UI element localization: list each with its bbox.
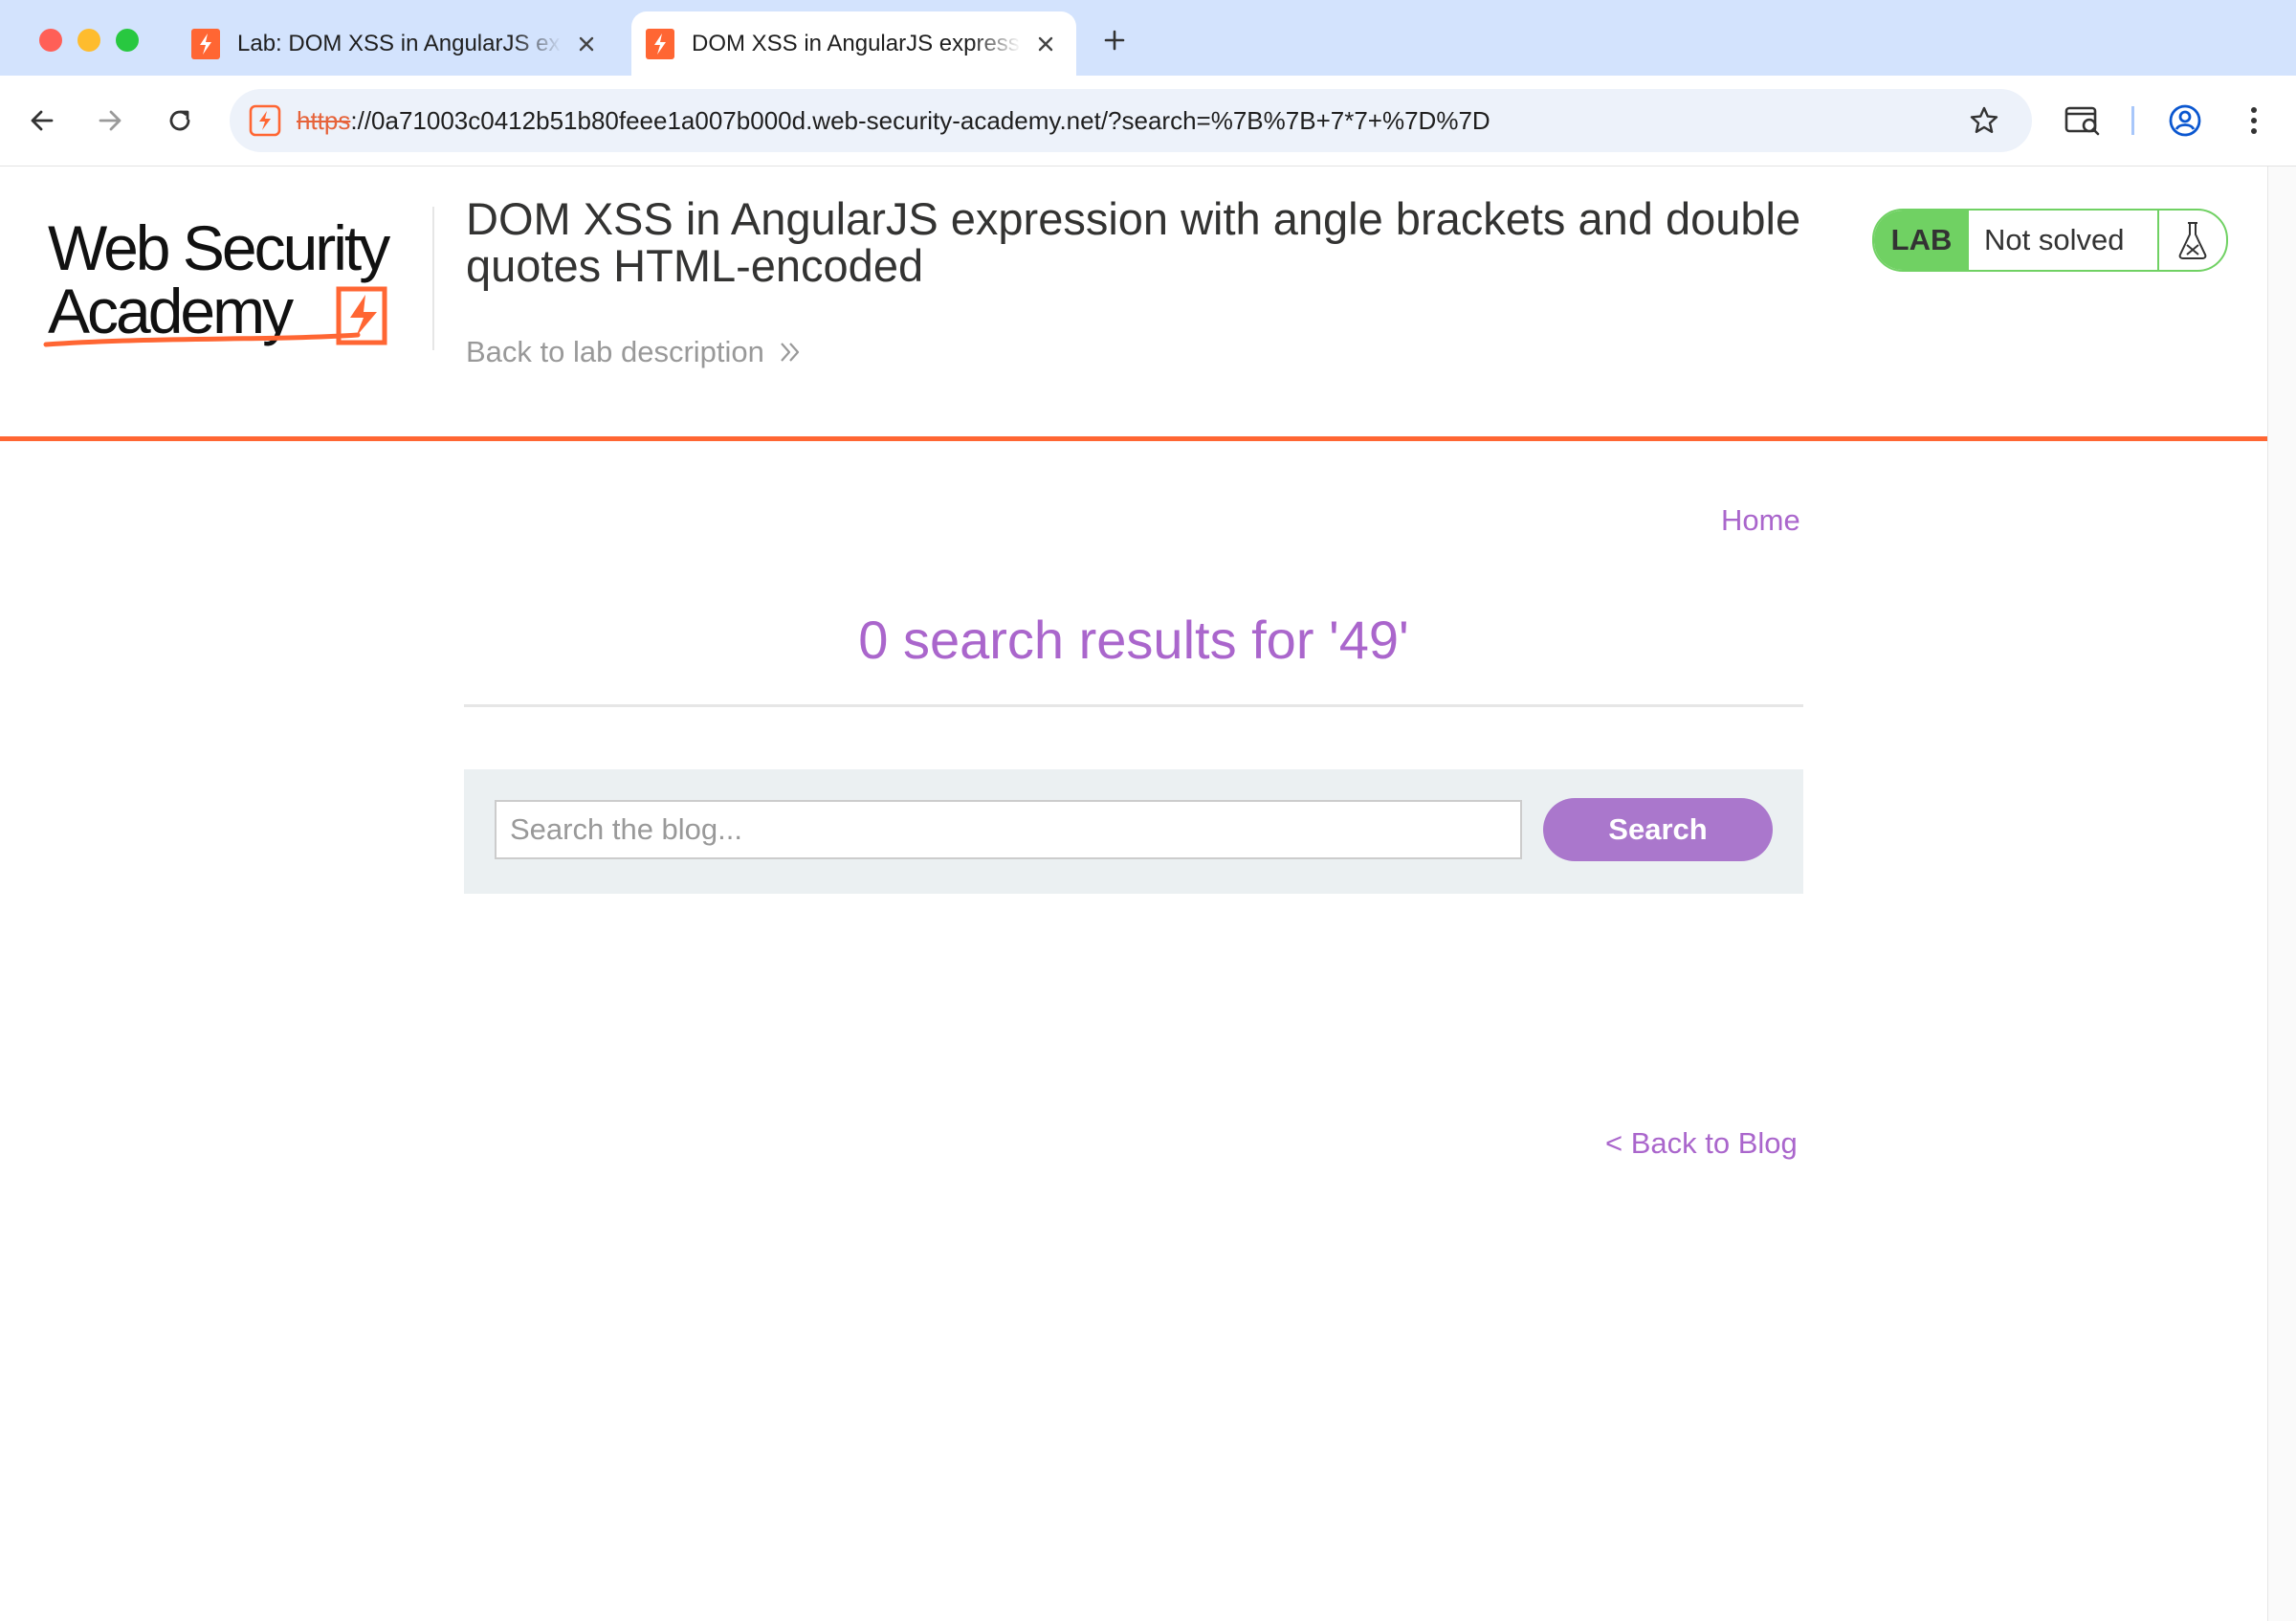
browser-tab-active[interactable]: DOM XSS in AngularJS expression with ang… xyxy=(631,11,1076,76)
toolbar-separator xyxy=(2131,106,2134,135)
url-rest: ://0a71003c0412b51b80feee1a007b000d.web-… xyxy=(350,105,1490,135)
flask-icon xyxy=(2157,211,2226,270)
back-arrow-icon[interactable] xyxy=(20,99,64,143)
url-scheme: https xyxy=(297,105,351,135)
web-security-academy-favicon-icon xyxy=(646,28,674,59)
web-security-academy-logo: Web Security Academy xyxy=(43,212,393,347)
tab-search-icon[interactable] xyxy=(2061,99,2105,143)
web-security-academy-favicon-icon xyxy=(191,28,220,59)
results-divider xyxy=(464,704,1803,707)
url-text[interactable]: https://0a71003c0412b51b80feee1a007b000d… xyxy=(297,106,1490,136)
close-window-button[interactable] xyxy=(39,29,62,52)
header-accent-rule xyxy=(0,436,2267,441)
back-to-blog-link[interactable]: < Back to Blog xyxy=(1605,1126,1798,1161)
new-tab-plus-icon[interactable] xyxy=(1095,21,1134,59)
svg-text:Academy: Academy xyxy=(48,276,294,346)
profile-icon[interactable] xyxy=(2163,99,2207,143)
lab-status-text: Not solved xyxy=(1984,223,2125,256)
browser-tab-lab[interactable]: Lab: DOM XSS in AngularJS expression wit… xyxy=(177,11,617,76)
address-bar[interactable]: https://0a71003c0412b51b80feee1a007b000d… xyxy=(230,89,2032,152)
header-divider xyxy=(432,207,434,350)
back-to-lab-description-link[interactable]: Back to lab description xyxy=(466,335,803,369)
search-input[interactable] xyxy=(495,800,1522,859)
lab-status-badge: LAB Not solved xyxy=(1872,209,2228,272)
browser-tab-strip: Lab: DOM XSS in AngularJS expression wit… xyxy=(0,0,2296,76)
forward-arrow-icon[interactable] xyxy=(88,99,132,143)
double-chevron-right-icon xyxy=(781,343,800,362)
lab-title: DOM XSS in AngularJS expression with ang… xyxy=(466,193,1801,291)
home-link[interactable]: Home xyxy=(1721,503,1800,538)
close-tab-icon[interactable] xyxy=(1028,27,1063,61)
minimize-window-button[interactable] xyxy=(77,29,100,52)
tab-title: Lab: DOM XSS in AngularJS expression wit… xyxy=(237,30,562,56)
kebab-menu-icon[interactable] xyxy=(2232,99,2276,143)
search-button[interactable]: Search xyxy=(1543,798,1773,861)
page-scrollbar[interactable] xyxy=(2267,167,2296,1621)
web-page: Web Security Academy DOM XSS in AngularJ… xyxy=(0,167,2267,1621)
search-results-heading: 0 search results for '49' xyxy=(858,610,1409,670)
lab-label: LAB xyxy=(1874,211,1969,270)
search-form: Search xyxy=(464,769,1803,894)
zoom-window-button[interactable] xyxy=(116,29,139,52)
svg-text:Web Security: Web Security xyxy=(48,212,390,283)
tab-title: DOM XSS in AngularJS expression with ang… xyxy=(692,30,1021,56)
star-icon[interactable] xyxy=(1965,101,2003,140)
reload-icon[interactable] xyxy=(158,99,202,143)
browser-toolbar: https://0a71003c0412b51b80feee1a007b000d… xyxy=(0,76,2296,167)
close-tab-icon[interactable] xyxy=(569,27,604,61)
site-info-icon[interactable] xyxy=(245,100,285,141)
back-to-lab-description-label: Back to lab description xyxy=(466,335,764,368)
